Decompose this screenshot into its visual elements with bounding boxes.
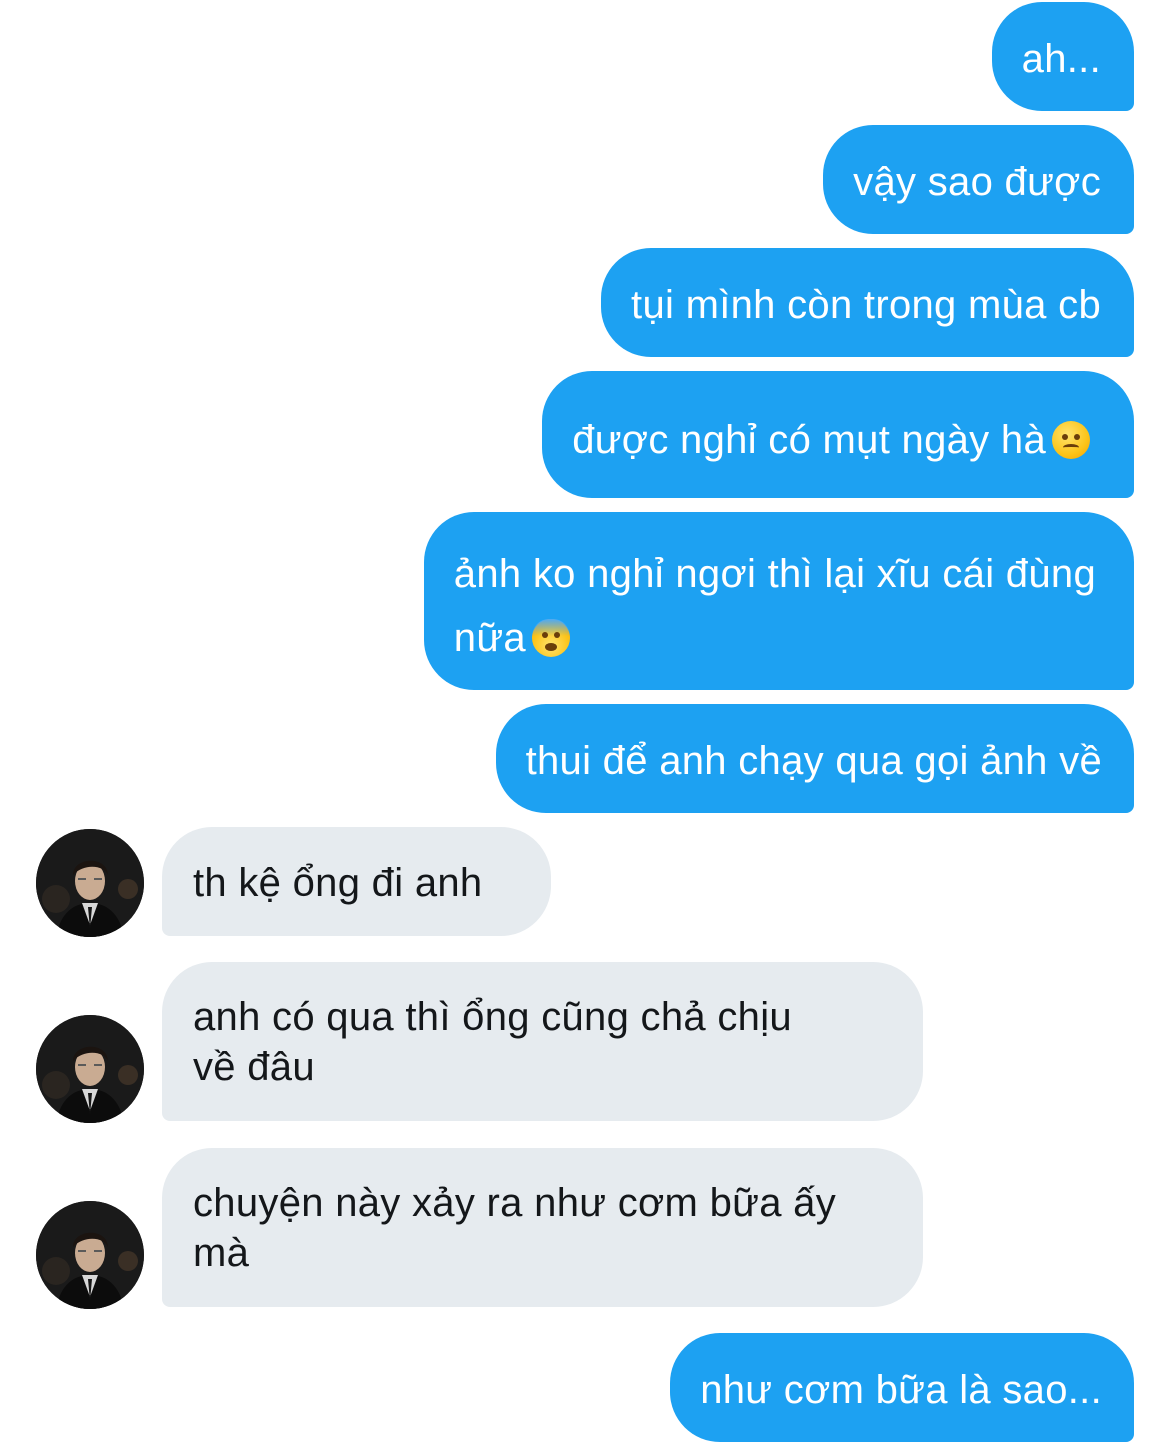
message-thread: ah... vậy sao được tụi mình còn trong mù… <box>0 0 1170 1455</box>
message-text: tụi mình còn trong mùa cb <box>631 283 1101 327</box>
sent-message[interactable]: ảnh ko nghỉ ngơi thì lại xĩu cái đùng nữ… <box>423 512 1134 690</box>
message-text: th kệ ổng đi anh <box>193 861 483 905</box>
message-text: được nghỉ có mụt ngày hà <box>572 418 1046 462</box>
sent-message[interactable]: tụi mình còn trong mùa cb <box>601 248 1134 357</box>
person-icon <box>36 1201 144 1309</box>
sent-message[interactable]: ah... <box>991 2 1134 111</box>
contact-avatar[interactable] <box>36 1201 144 1309</box>
message-text: như cơm bữa là sao... <box>700 1368 1102 1412</box>
anxious-face-with-sweat-icon <box>531 619 570 657</box>
contact-avatar[interactable] <box>36 1015 144 1123</box>
message-text: thui để anh chạy qua gọi ảnh về <box>525 739 1102 783</box>
confounded-face-icon <box>1052 421 1090 459</box>
message-text: ah... <box>1021 37 1101 81</box>
sent-message[interactable]: như cơm bữa là sao... <box>670 1333 1134 1442</box>
received-message[interactable]: anh có qua thì ổng cũng chả chịu về đâu <box>162 962 923 1121</box>
message-text: anh có qua thì ổng cũng chả chịu về đâu <box>193 995 792 1089</box>
sent-message[interactable]: thui để anh chạy qua gọi ảnh về <box>495 704 1134 813</box>
message-text: chuyện này xảy ra như cơm bữa ấy mà <box>193 1181 837 1275</box>
contact-avatar[interactable] <box>36 829 144 937</box>
received-message[interactable]: chuyện này xảy ra như cơm bữa ấy mà <box>162 1148 923 1307</box>
message-text: vậy sao được <box>853 160 1101 204</box>
person-icon <box>36 829 144 937</box>
person-icon <box>36 1015 144 1123</box>
received-message[interactable]: th kệ ổng đi anh <box>162 827 551 936</box>
sent-message[interactable]: vậy sao được <box>823 125 1134 234</box>
sent-message[interactable]: được nghỉ có mụt ngày hà <box>542 371 1134 498</box>
